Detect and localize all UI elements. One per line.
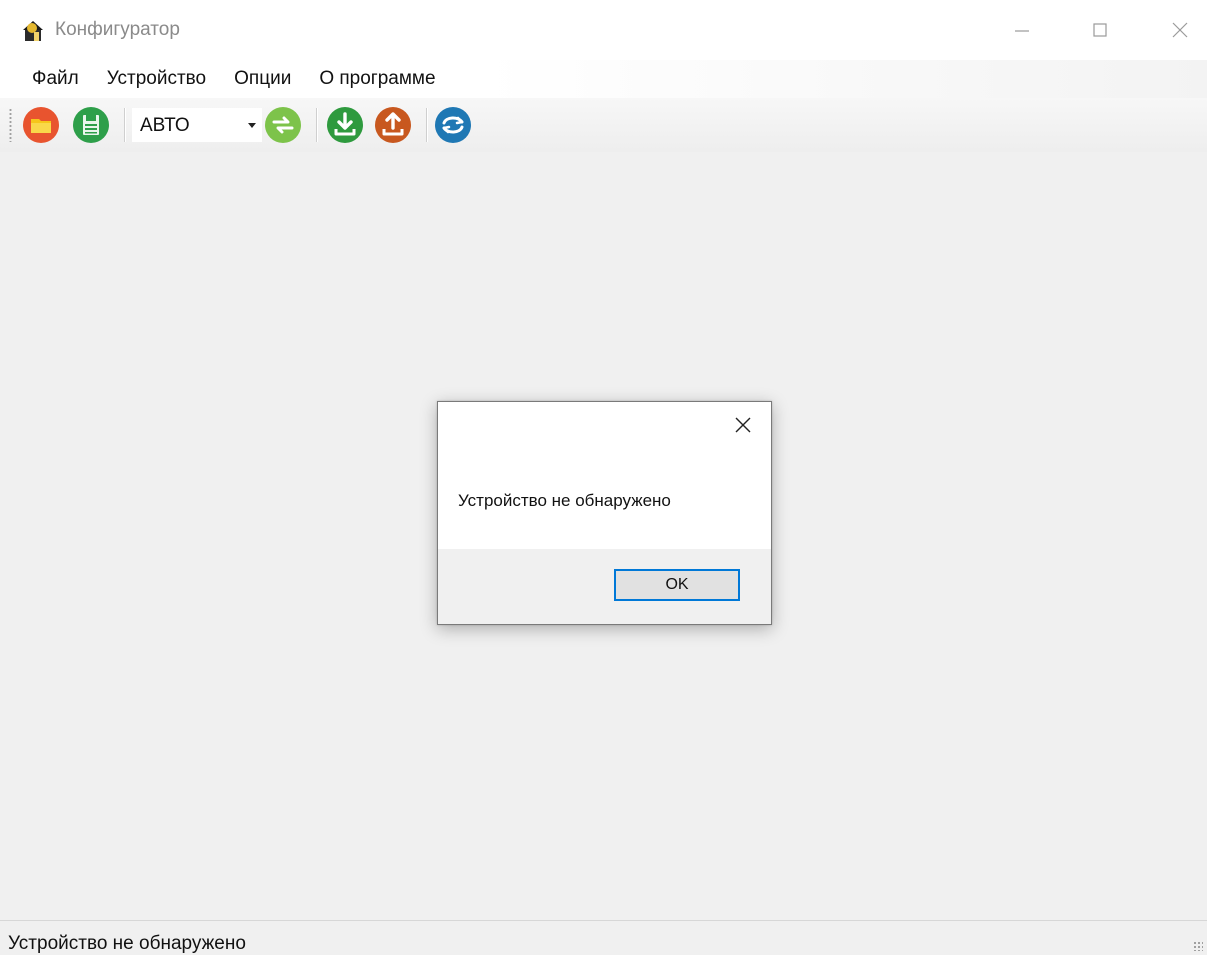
port-select-value: АВТО (140, 115, 190, 136)
title-bar: Конфигуратор (0, 0, 1207, 60)
message-dialog: Устройство не обнаружено OK (437, 401, 772, 625)
save-icon[interactable] (72, 106, 110, 144)
dialog-message: Устройство не обнаружено (458, 491, 671, 510)
main-window: Конфигуратор Файл Устройство Опции О про… (0, 0, 1207, 954)
toolbar: АВТО (0, 98, 1207, 152)
menu-about[interactable]: О программе (305, 62, 449, 96)
app-logo-icon (23, 21, 43, 41)
sync-icon[interactable] (434, 106, 472, 144)
close-icon (735, 417, 751, 433)
toolbar-separator (124, 108, 126, 142)
maximize-icon (1093, 23, 1107, 37)
menu-device[interactable]: Устройство (93, 62, 220, 96)
window-title: Конфигуратор (55, 19, 180, 40)
open-folder-icon[interactable] (22, 106, 60, 144)
close-icon (1172, 22, 1188, 38)
connect-arrows-icon[interactable] (264, 106, 302, 144)
toolbar-separator (316, 108, 318, 142)
minimize-button[interactable] (1000, 10, 1044, 50)
resize-grip[interactable] (1193, 941, 1203, 951)
minimize-icon (1015, 30, 1029, 32)
chevron-down-icon[interactable] (248, 123, 256, 128)
toolbar-grip[interactable] (9, 108, 12, 142)
menu-options[interactable]: Опции (220, 62, 305, 96)
port-select[interactable]: АВТО (132, 108, 262, 142)
toolbar-separator (426, 108, 428, 142)
download-icon[interactable] (326, 106, 364, 144)
ok-button[interactable]: OK (614, 569, 740, 601)
maximize-button[interactable] (1078, 10, 1122, 50)
status-bar: Устройство не обнаружено (0, 920, 1207, 954)
dialog-footer: OK (438, 549, 771, 624)
menu-bar: Файл Устройство Опции О программе (0, 60, 1207, 98)
close-window-button[interactable] (1158, 10, 1202, 50)
status-text: Устройство не обнаружено (8, 933, 246, 954)
menu-file[interactable]: Файл (18, 62, 93, 96)
upload-icon[interactable] (374, 106, 412, 144)
dialog-close-button[interactable] (728, 410, 758, 440)
